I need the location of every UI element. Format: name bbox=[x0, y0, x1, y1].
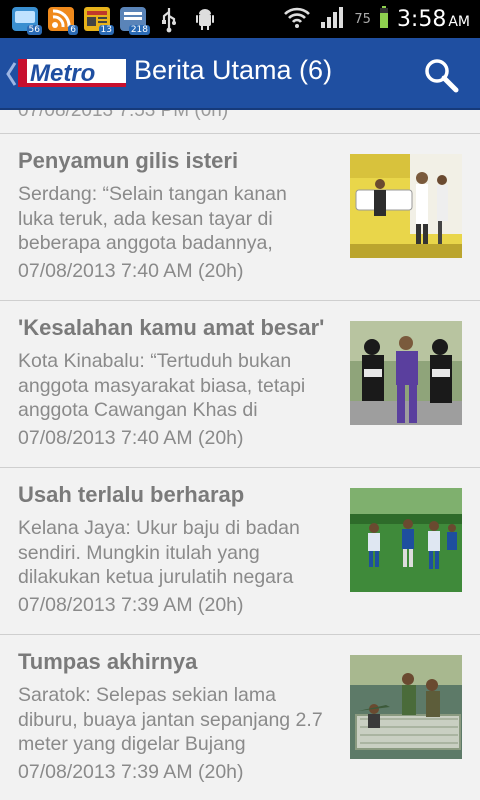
android-debug-icon bbox=[190, 4, 220, 34]
clock-time: 3:58 bbox=[396, 6, 447, 32]
page-title: Berita Utama (6) bbox=[134, 55, 333, 85]
item-thumbnail bbox=[350, 321, 462, 425]
item-title: 'Kesalahan kamu amat besar' bbox=[18, 315, 325, 340]
newspaper-icon: 13 bbox=[82, 4, 114, 35]
list-item[interactable]: Tumpas akhirnya Saratok: Selepas sekian … bbox=[0, 635, 480, 800]
metro-logo[interactable]: Metro bbox=[18, 56, 126, 90]
item-date: 07/08/2013 7:39 AM (20h) bbox=[18, 761, 244, 783]
notification-badge: 56 bbox=[26, 25, 42, 35]
action-bar: Metro Berita Utama (6) bbox=[0, 38, 480, 110]
notification-icons: 56 6 13 218 bbox=[10, 4, 220, 35]
news-list[interactable]: 07/08/2013 7:53 PM (0h) Penyamun gilis i… bbox=[0, 110, 480, 800]
item-thumbnail bbox=[350, 154, 462, 258]
notification-badge: 13 bbox=[98, 25, 114, 35]
battery-icon bbox=[379, 5, 389, 33]
battery-level: 75 bbox=[354, 11, 371, 27]
status-bar: 56 6 13 218 75 3:58 AM bbox=[0, 0, 480, 38]
rss-icon: 6 bbox=[46, 4, 78, 35]
item-date: 07/08/2013 7:53 PM (0h) bbox=[18, 110, 229, 121]
item-title: Tumpas akhirnya bbox=[18, 649, 198, 674]
item-title: Usah terlalu berharap bbox=[18, 482, 245, 507]
logo-text: Metro bbox=[30, 60, 95, 87]
item-title: Penyamun gilis isteri bbox=[18, 148, 239, 173]
notification-badge: 6 bbox=[68, 25, 78, 35]
list-item[interactable]: 'Kesalahan kamu amat besar' Kota Kinabal… bbox=[0, 301, 480, 468]
item-description: Kelana Jaya: Ukur baju di badan sendiri.… bbox=[18, 517, 300, 588]
list-item-partial[interactable]: 07/08/2013 7:53 PM (0h) bbox=[0, 110, 480, 134]
item-description: Kota Kinabalu: “Tertuduh bukan anggota m… bbox=[18, 350, 306, 421]
item-date: 07/08/2013 7:40 AM (20h) bbox=[18, 260, 244, 282]
search-icon[interactable] bbox=[422, 56, 460, 94]
item-date: 07/08/2013 7:39 AM (20h) bbox=[18, 594, 244, 616]
back-chevron-icon[interactable] bbox=[4, 57, 18, 91]
usb-icon bbox=[154, 4, 184, 34]
clock: 3:58 AM bbox=[397, 7, 470, 32]
wifi-icon bbox=[282, 5, 312, 33]
item-date: 07/08/2013 7:40 AM (20h) bbox=[18, 427, 244, 449]
app-56-icon: 56 bbox=[10, 4, 42, 35]
list-item[interactable]: Penyamun gilis isteri Serdang: “Selain t… bbox=[0, 134, 480, 301]
item-description: Saratok: Selepas sekian lama diburu, bua… bbox=[18, 684, 323, 755]
notification-badge: 218 bbox=[128, 25, 150, 35]
list-item[interactable]: Usah terlalu berharap Kelana Jaya: Ukur … bbox=[0, 468, 480, 635]
app-218-icon: 218 bbox=[118, 4, 150, 35]
clock-ampm: AM bbox=[448, 13, 470, 30]
item-thumbnail bbox=[350, 655, 462, 759]
signal-icon bbox=[320, 5, 346, 33]
item-thumbnail bbox=[350, 488, 462, 592]
item-description: Serdang: “Selain tangan kanan luka teruk… bbox=[18, 183, 287, 254]
